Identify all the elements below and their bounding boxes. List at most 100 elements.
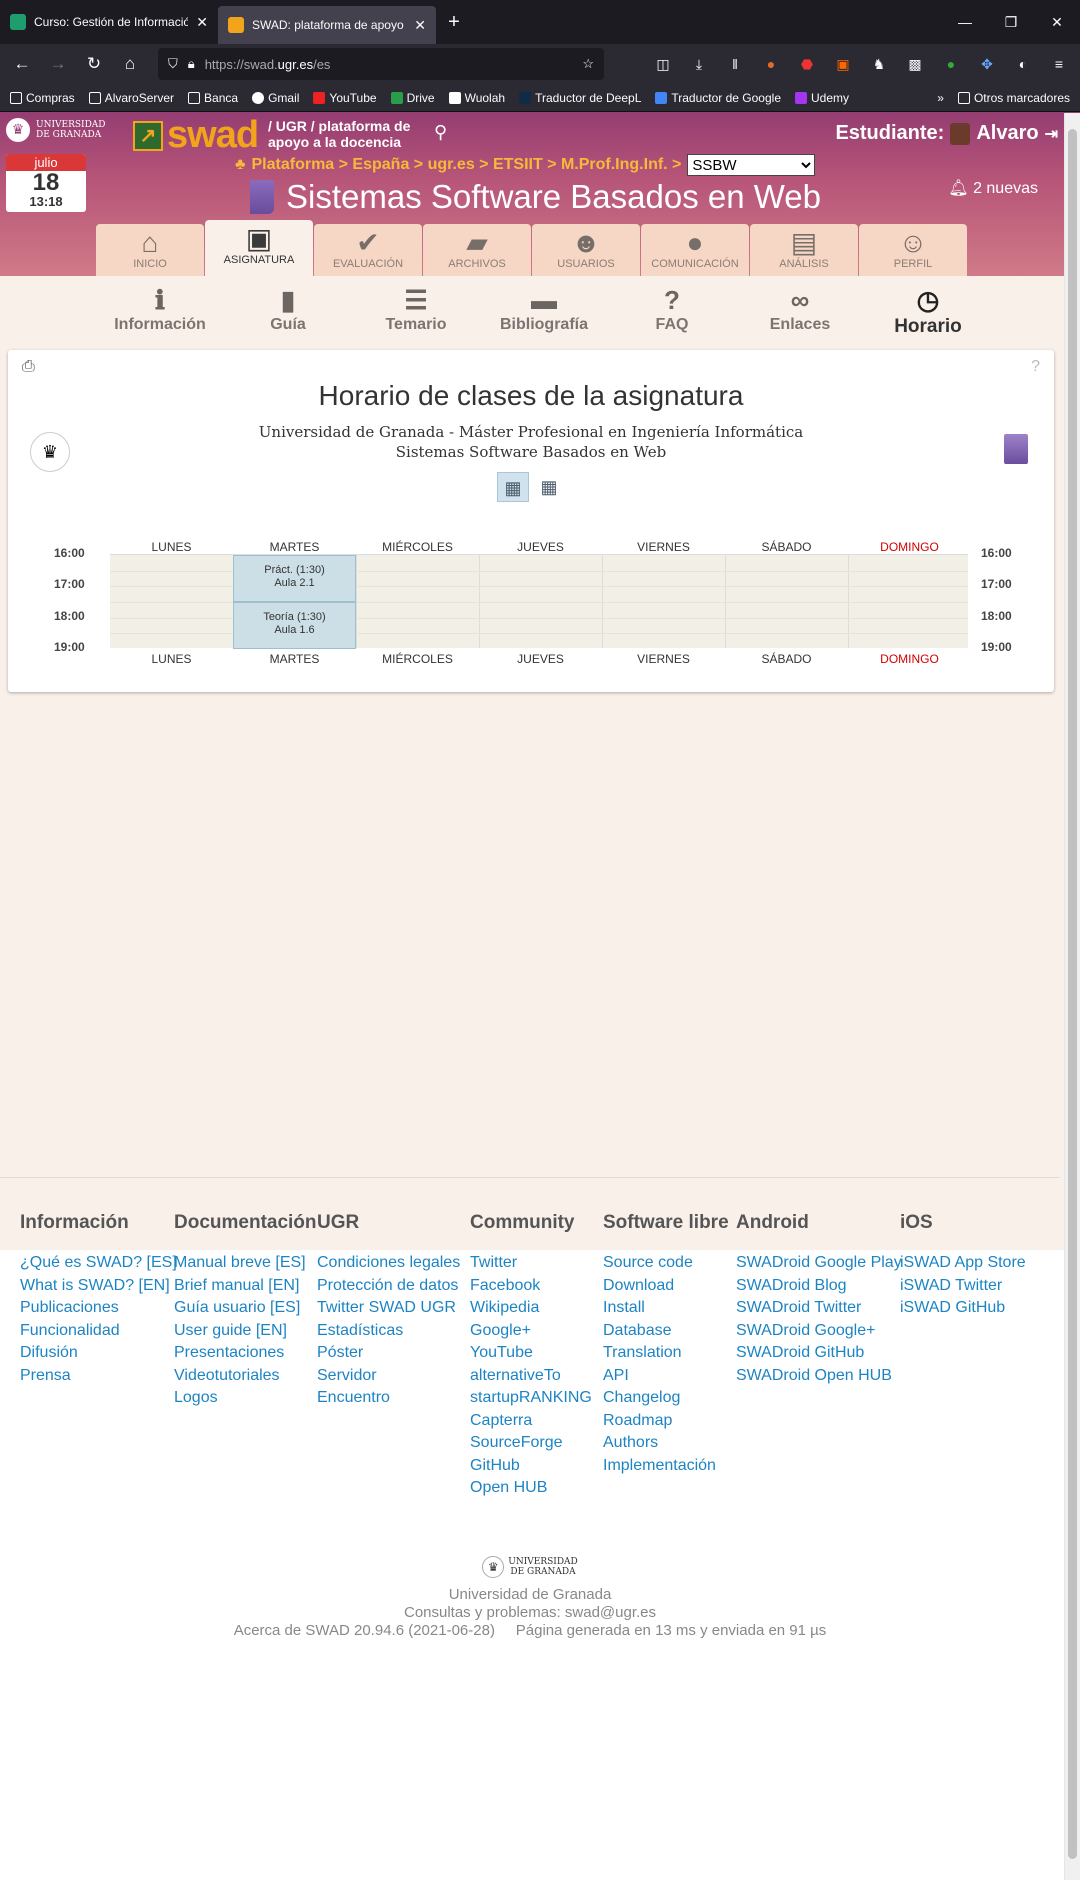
submenu-item-6[interactable]: ◷ Horario xyxy=(864,276,992,350)
library-icon[interactable]: ‖ xyxy=(720,56,750,72)
footer-link[interactable]: Encuentro xyxy=(317,1387,460,1410)
page-scrollbar[interactable] xyxy=(1064,113,1080,1880)
footer-link[interactable]: alternativeTo xyxy=(470,1365,592,1388)
help-icon[interactable]: ? xyxy=(1031,358,1040,376)
menu-tab-2[interactable]: ✔ EVALUACIÓN xyxy=(314,224,422,276)
extension-icon[interactable]: ♞ xyxy=(864,56,894,73)
footer-link[interactable]: GitHub xyxy=(470,1455,592,1478)
footer-link[interactable]: Logos xyxy=(174,1387,317,1410)
footer-link[interactable]: User guide [EN] xyxy=(174,1320,317,1343)
home-icon[interactable]: ⌂ xyxy=(114,48,146,80)
bookmark-item[interactable]: YouTube xyxy=(313,91,377,105)
footer-link[interactable]: Manual breve [ES] xyxy=(174,1252,317,1275)
submenu-item-0[interactable]: ℹ Información xyxy=(96,276,224,350)
footer-link[interactable]: Database xyxy=(603,1320,729,1343)
back-icon[interactable]: ← xyxy=(6,48,38,80)
browser-tab-1[interactable]: Curso: Gestión de Información en ✕ xyxy=(0,0,218,44)
bookmark-item[interactable]: Gmail xyxy=(252,91,299,105)
footer-link[interactable]: Changelog xyxy=(603,1387,729,1410)
bookmark-item[interactable]: Udemy xyxy=(795,91,849,105)
footer-version[interactable]: Acerca de SWAD 20.94.6 (2021-06-28) xyxy=(234,1622,495,1639)
bookmark-item[interactable]: AlvaroServer xyxy=(88,91,174,105)
extension-icon[interactable]: ✥ xyxy=(972,56,1002,73)
footer-link[interactable]: SWADroid Open HUB xyxy=(736,1365,902,1388)
bookmark-item[interactable]: Compras xyxy=(10,91,75,105)
footer-link[interactable]: SWADroid Google+ xyxy=(736,1320,902,1343)
submenu-item-1[interactable]: ▮ Guía xyxy=(224,276,352,350)
print-icon[interactable]: ⎙ xyxy=(22,358,35,376)
footer-link[interactable]: What is SWAD? [EN] xyxy=(20,1275,177,1298)
footer-contact[interactable]: Consultas y problemas: swad@ugr.es xyxy=(0,1604,1060,1622)
bookmark-item[interactable]: Drive xyxy=(390,91,435,105)
class-block[interactable]: Teoría (1:30) Aula 1.6 xyxy=(233,602,356,649)
bookmark-item[interactable]: Traductor de Google xyxy=(655,91,781,105)
menu-tab-6[interactable]: ▤ ANÁLISIS xyxy=(750,224,858,276)
bookmark-item[interactable]: Wuolah xyxy=(448,91,505,105)
bookmark-item[interactable]: Traductor de DeepL xyxy=(519,91,641,105)
footer-link[interactable]: Capterra xyxy=(470,1410,592,1433)
menu-icon[interactable]: ≡ xyxy=(1044,56,1074,72)
url-bar[interactable]: ⛉ 🔒︎ https://swad.ugr.es/es ☆ xyxy=(158,48,604,80)
download-icon[interactable]: ⤓ xyxy=(684,56,714,73)
footer-link[interactable]: YouTube xyxy=(470,1342,592,1365)
submenu-item-2[interactable]: ☰ Temario xyxy=(352,276,480,350)
submenu-item-3[interactable]: ▬ Bibliografía xyxy=(480,276,608,350)
forward-icon[interactable]: → xyxy=(42,48,74,80)
footer-link[interactable]: Translation xyxy=(603,1342,729,1365)
footer-link[interactable]: ¿Qué es SWAD? [ES] xyxy=(20,1252,177,1275)
calendar-class-view-icon[interactable]: ▦ xyxy=(497,472,529,502)
avatar[interactable] xyxy=(950,122,971,145)
footer-link[interactable]: Roadmap xyxy=(603,1410,729,1433)
new-tab-button[interactable]: + xyxy=(436,0,472,44)
menu-tab-0[interactable]: ⌂ INICIO xyxy=(96,224,204,276)
footer-link[interactable]: SWADroid Google Play xyxy=(736,1252,902,1275)
footer-link[interactable]: Guía usuario [ES] xyxy=(174,1297,317,1320)
bookmark-item[interactable]: Banca xyxy=(188,91,238,105)
footer-link[interactable]: iSWAD App Store xyxy=(900,1252,1026,1275)
search-icon[interactable]: ⚲ xyxy=(434,122,447,143)
other-bookmarks[interactable]: Otros marcadores xyxy=(957,91,1070,105)
footer-link[interactable]: Authors xyxy=(603,1432,729,1455)
calendar-widget[interactable]: julio 18 13:18 xyxy=(6,154,86,212)
menu-tab-1[interactable]: ▣ ASIGNATURA xyxy=(205,220,313,276)
adblock-icon[interactable]: ⬣ xyxy=(792,56,822,73)
footer-link[interactable]: Google+ xyxy=(470,1320,592,1343)
footer-link[interactable]: Publicaciones xyxy=(20,1297,177,1320)
swad-logo[interactable]: ↗ swad xyxy=(133,114,259,157)
menu-tab-5[interactable]: ● COMUNICACIÓN xyxy=(641,224,749,276)
submenu-item-4[interactable]: ? FAQ xyxy=(608,276,736,350)
footer-link[interactable]: startupRANKING xyxy=(470,1387,592,1410)
pocket-icon[interactable]: ◫ xyxy=(648,56,678,73)
extension-icon[interactable]: ◐ xyxy=(1008,56,1038,72)
shield-icon[interactable]: ⛉ xyxy=(168,56,178,72)
restore-icon[interactable]: ❐ xyxy=(988,0,1034,44)
footer-link[interactable]: SWADroid GitHub xyxy=(736,1342,902,1365)
footer-link[interactable]: Source code xyxy=(603,1252,729,1275)
more-bookmarks-icon[interactable]: » xyxy=(937,91,944,105)
footer-link[interactable]: Install xyxy=(603,1297,729,1320)
footer-link[interactable]: iSWAD GitHub xyxy=(900,1297,1026,1320)
close-window-icon[interactable]: ✕ xyxy=(1034,0,1080,44)
notifications[interactable]: 🔔︎ 2 nuevas xyxy=(948,178,1038,198)
reload-icon[interactable]: ↻ xyxy=(78,48,110,80)
extension-icon[interactable]: ▣ xyxy=(828,56,858,73)
menu-tab-3[interactable]: ▰ ARCHIVOS xyxy=(423,224,531,276)
footer-link[interactable]: Wikipedia xyxy=(470,1297,592,1320)
logout-icon[interactable]: ⇥ xyxy=(1045,124,1058,144)
breadcrumb-path[interactable]: Plataforma > España > ugr.es > ETSIIT > … xyxy=(252,156,682,174)
footer-link[interactable]: SourceForge xyxy=(470,1432,592,1455)
submenu-item-5[interactable]: ∞ Enlaces xyxy=(736,276,864,350)
footer-link[interactable]: Funcionalidad xyxy=(20,1320,177,1343)
footer-link[interactable]: Twitter SWAD UGR xyxy=(317,1297,460,1320)
footer-link[interactable]: API xyxy=(603,1365,729,1388)
calendar-tutoring-view-icon[interactable]: ▦ xyxy=(533,472,565,502)
student-name[interactable]: Alvaro xyxy=(976,122,1038,145)
minimize-icon[interactable]: — xyxy=(942,0,988,44)
footer-link[interactable]: Videotutoriales xyxy=(174,1365,317,1388)
footer-link[interactable]: Brief manual [EN] xyxy=(174,1275,317,1298)
footer-link[interactable]: Presentaciones xyxy=(174,1342,317,1365)
scrollbar-thumb[interactable] xyxy=(1068,129,1077,1859)
footer-link[interactable]: Póster xyxy=(317,1342,460,1365)
footer-link[interactable]: Prensa xyxy=(20,1365,177,1388)
extension-icon[interactable]: ● xyxy=(756,56,786,72)
